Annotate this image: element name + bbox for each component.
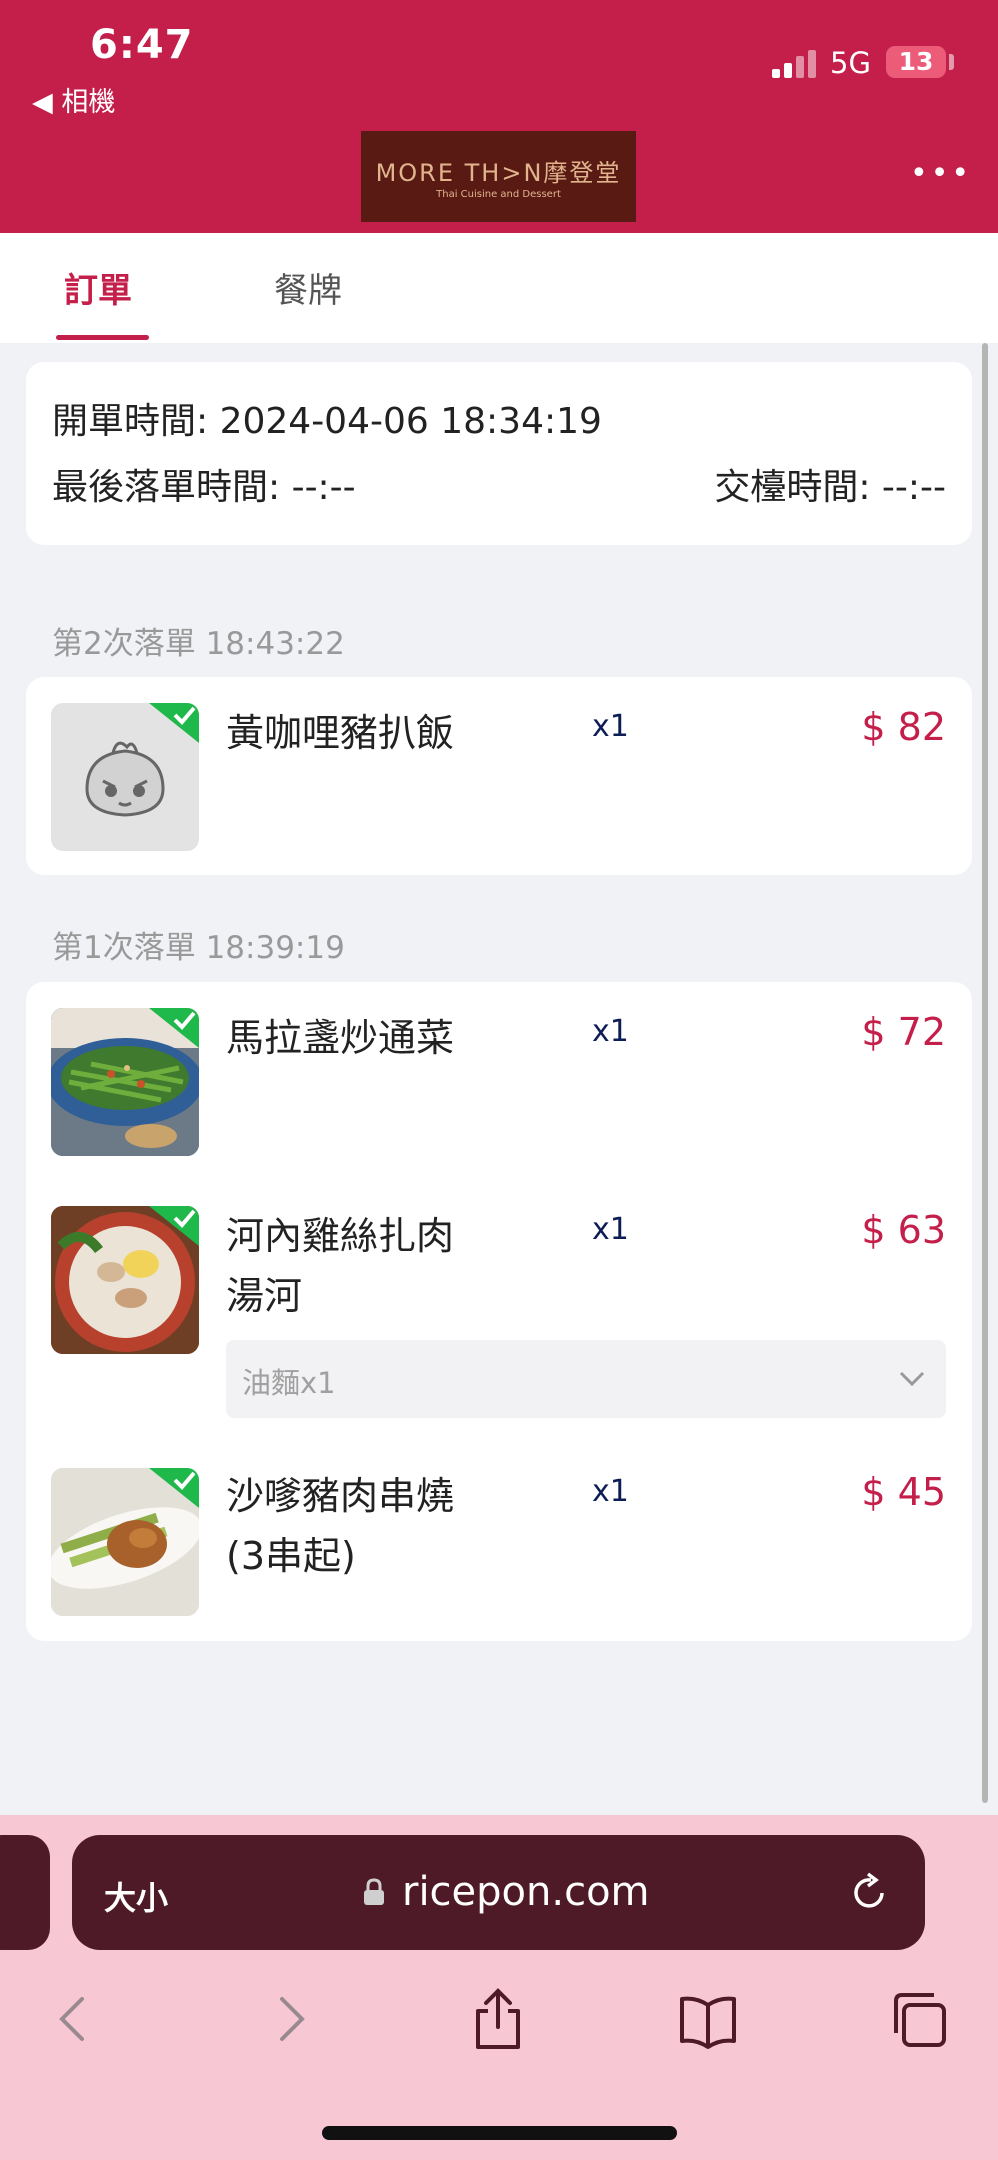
item-name: 沙嗲豬肉串燒 (3串起) <box>226 1466 454 1586</box>
list-item: 馬拉盞炒通菜 x1 $ 72 <box>26 982 972 1182</box>
logo-main-text: MORE TH>N摩登堂 <box>375 159 622 187</box>
chevron-down-icon <box>899 1371 925 1387</box>
check-icon <box>149 1468 199 1508</box>
address-bar[interactable]: 大小 ricepon.com <box>72 1835 925 1950</box>
logo-sub-text: Thai Cuisine and Dessert <box>436 189 561 200</box>
list-item: 河內雞絲扎肉 湯河 x1 $ 63 油麵x1 <box>26 1182 972 1442</box>
previous-tab-peek[interactable] <box>0 1835 50 1950</box>
back-arrow-icon[interactable] <box>44 1987 104 2051</box>
battery-cap <box>949 54 954 70</box>
item-price: $ 72 <box>861 1010 946 1054</box>
tab-bar: 訂單 餐牌 <box>0 233 998 343</box>
item-price: $ 45 <box>861 1470 946 1514</box>
reload-icon[interactable] <box>849 1871 891 1913</box>
check-icon <box>149 1206 199 1246</box>
item-option-label: 油麵x1 <box>242 1366 336 1400</box>
noodle-soup-photo <box>51 1206 199 1354</box>
item-quantity: x1 <box>592 1014 629 1049</box>
placeholder-mascot-image <box>51 703 199 851</box>
item-name: 河內雞絲扎肉 湯河 <box>226 1206 454 1326</box>
item-price: $ 82 <box>861 705 946 749</box>
item-option-dropdown[interactable]: 油麵x1 <box>226 1340 946 1418</box>
satay-skewers-photo <box>51 1468 199 1616</box>
item-name: 黃咖哩豬扒飯 <box>226 711 455 755</box>
url-text[interactable]: ricepon.com <box>402 1869 650 1915</box>
order-info-card: 開單時間: 2024-04-06 18:34:19 最後落單時間: --:-- … <box>26 362 972 545</box>
lock-icon <box>364 1878 384 1905</box>
order-round-card: 馬拉盞炒通菜 x1 $ 72 河內雞絲扎肉 湯河 x1 $ 63 油麵x1 沙嗲… <box>26 982 972 1641</box>
forward-arrow-icon[interactable] <box>260 1987 320 2051</box>
browser-toolbar: 大小 ricepon.com <box>0 1815 998 2160</box>
back-to-camera-link[interactable]: ◀ 相機 <box>32 80 115 119</box>
text-size-button[interactable]: 大小 <box>104 1873 168 1919</box>
item-quantity: x1 <box>592 709 629 744</box>
check-icon <box>149 703 199 743</box>
last-order-time: 最後落單時間: --:-- <box>52 467 356 508</box>
network-type: 5G <box>830 46 871 80</box>
check-icon <box>149 1008 199 1048</box>
status-time: 6:47 <box>90 22 194 68</box>
status-bar: 6:47 ◀ 相機 5G 13 <box>0 0 998 120</box>
page-scrollbar[interactable] <box>982 343 988 1803</box>
item-quantity: x1 <box>592 1474 629 1509</box>
item-quantity: x1 <box>592 1212 629 1247</box>
order-round-label: 第1次落單 18:39:19 <box>52 930 345 966</box>
item-price: $ 63 <box>861 1208 946 1252</box>
stir-fried-greens-photo <box>51 1008 199 1156</box>
item-name-line: 河內雞絲扎肉 <box>226 1214 455 1258</box>
active-tab-indicator <box>56 335 149 340</box>
item-name-line: 沙嗲豬肉串燒 <box>226 1474 455 1518</box>
item-name-line: (3串起) <box>226 1534 356 1578</box>
tab-orders[interactable]: 訂單 <box>64 263 132 312</box>
cellular-signal-icon <box>772 50 816 78</box>
bookmarks-icon[interactable] <box>678 1987 738 2051</box>
item-name: 馬拉盞炒通菜 <box>226 1016 455 1060</box>
battery-icon: 13 <box>886 46 946 78</box>
order-round-label: 第2次落單 18:43:22 <box>52 626 345 662</box>
item-name-line: 湯河 <box>226 1274 303 1318</box>
app-header: MORE TH>N摩登堂 Thai Cuisine and Dessert ••… <box>0 120 998 233</box>
list-item: 沙嗲豬肉串燒 (3串起) x1 $ 45 <box>26 1442 972 1641</box>
order-round-card: 黃咖哩豬扒飯 x1 $ 82 <box>26 677 972 875</box>
checkout-time: 交檯時間: --:-- <box>714 467 946 508</box>
list-item: 黃咖哩豬扒飯 x1 $ 82 <box>26 677 972 875</box>
more-dots-icon[interactable]: ••• <box>910 159 972 189</box>
order-open-time: 開單時間: 2024-04-06 18:34:19 <box>52 401 602 442</box>
restaurant-logo: MORE TH>N摩登堂 Thai Cuisine and Dessert <box>361 131 636 222</box>
tab-menu[interactable]: 餐牌 <box>274 263 342 312</box>
share-icon[interactable] <box>468 1987 528 2051</box>
home-indicator <box>322 2126 677 2140</box>
tabs-icon[interactable] <box>890 1987 950 2051</box>
